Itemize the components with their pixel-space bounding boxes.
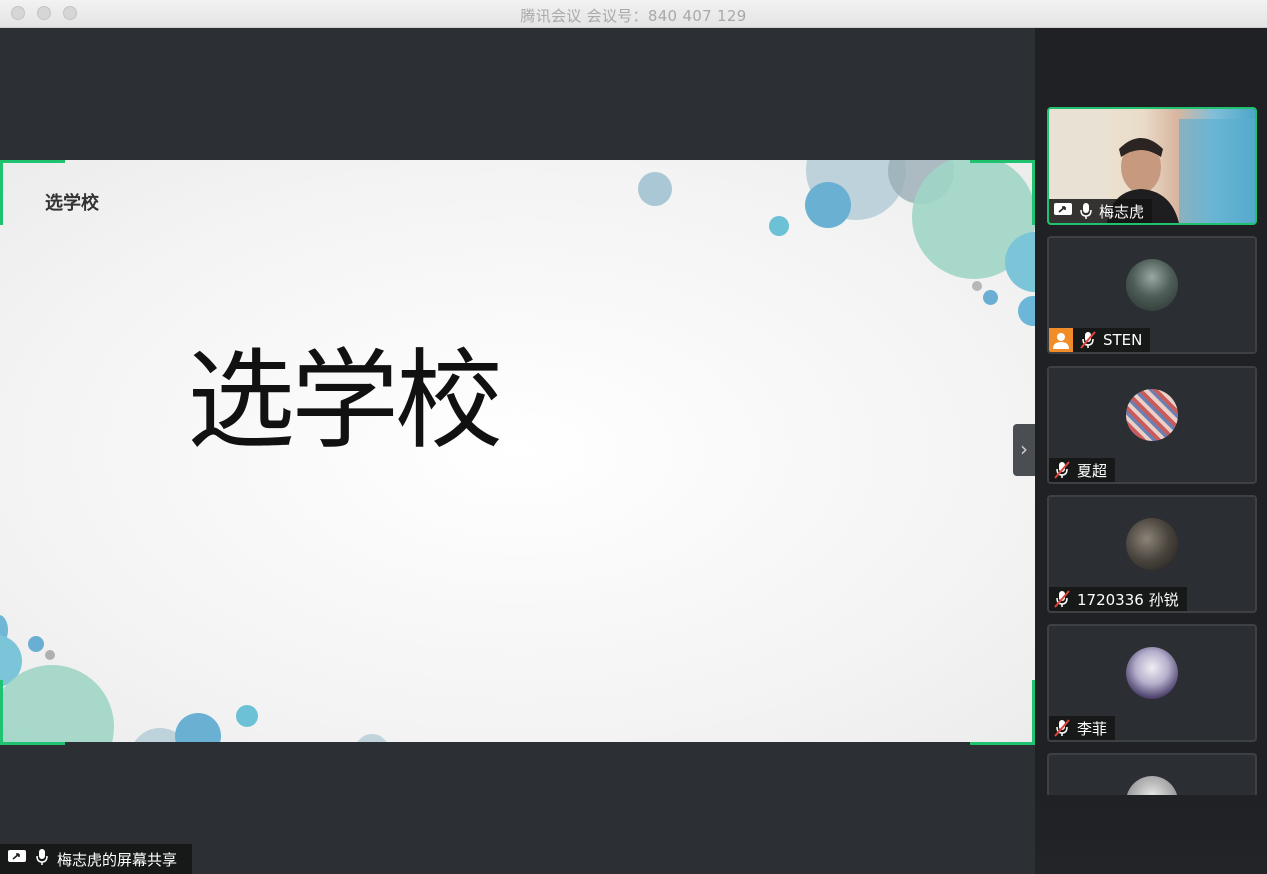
share-frame-corner bbox=[0, 160, 65, 225]
chevron-right-icon: › bbox=[1020, 437, 1028, 461]
user-icon bbox=[1049, 328, 1073, 352]
participant-name-tag: 梅志虎 bbox=[1049, 199, 1153, 223]
share-frame-corner bbox=[970, 680, 1035, 745]
screen-share-stage: 选学校 选学校 › 梅志虎的屏幕共享 bbox=[0, 28, 1035, 874]
microphone-icon bbox=[35, 848, 49, 870]
avatar bbox=[1126, 647, 1178, 699]
decor-bubble bbox=[236, 705, 258, 727]
microphone-muted-icon bbox=[1053, 589, 1071, 609]
decor-bubble bbox=[28, 636, 44, 652]
decor-bubble bbox=[175, 713, 221, 742]
decor-bubble bbox=[638, 172, 672, 206]
decor-bubble bbox=[45, 650, 55, 660]
decor-bubble bbox=[805, 182, 851, 228]
participant-tile[interactable]: 梅志虎 bbox=[1047, 107, 1257, 225]
microphone-muted-icon bbox=[1079, 330, 1097, 350]
avatar bbox=[1126, 389, 1178, 441]
participant-name-tag: 夏超 bbox=[1049, 458, 1116, 482]
screen-share-label: 梅志虎的屏幕共享 bbox=[0, 844, 192, 874]
avatar bbox=[1126, 518, 1178, 570]
decor-bubble bbox=[769, 216, 789, 236]
decor-bubble bbox=[355, 734, 389, 742]
participant-tile[interactable]: 夏超 bbox=[1047, 366, 1257, 484]
avatar bbox=[1126, 259, 1178, 311]
participant-name: 夏超 bbox=[1077, 461, 1108, 480]
screen-share-icon bbox=[1053, 201, 1073, 221]
slide-main-title: 选学校 bbox=[187, 339, 503, 464]
window-titlebar: 腾讯会议 会议号：840 407 129 bbox=[0, 0, 1267, 28]
participant-tile[interactable]: 1720336 孙锐 bbox=[1047, 495, 1257, 613]
participant-name-tag: 1720336 孙锐 bbox=[1049, 587, 1187, 611]
participant-name: 梅志虎 bbox=[1099, 202, 1145, 221]
shared-slide: 选学校 选学校 bbox=[0, 160, 1035, 742]
participant-name: STEN bbox=[1103, 331, 1143, 349]
screen-share-owner-label: 梅志虎的屏幕共享 bbox=[57, 850, 178, 869]
sidebar-fade bbox=[1035, 795, 1267, 874]
share-frame-corner bbox=[970, 160, 1035, 225]
microphone-icon bbox=[1079, 201, 1093, 221]
collapse-sidebar-button[interactable]: › bbox=[1013, 424, 1035, 476]
participant-sidebar[interactable]: 梅志虎 STEN 夏超 1720336 孙锐 李菲 bbox=[1035, 28, 1267, 874]
microphone-muted-icon bbox=[1053, 460, 1071, 480]
participant-tile[interactable]: 李菲 bbox=[1047, 624, 1257, 742]
decor-bubble bbox=[1018, 296, 1035, 326]
decor-bubble bbox=[972, 281, 982, 291]
participant-tile[interactable]: STEN bbox=[1047, 236, 1257, 354]
share-frame-corner bbox=[0, 680, 65, 745]
microphone-muted-icon bbox=[1053, 718, 1071, 738]
window-title: 腾讯会议 会议号：840 407 129 bbox=[520, 7, 747, 25]
participant-name: 1720336 孙锐 bbox=[1077, 590, 1179, 609]
decor-bubble bbox=[983, 290, 998, 305]
screen-share-icon bbox=[7, 849, 27, 869]
participant-name-tag: STEN bbox=[1049, 328, 1151, 352]
participant-name: 李菲 bbox=[1077, 719, 1108, 738]
participant-name-tag: 李菲 bbox=[1049, 716, 1116, 740]
